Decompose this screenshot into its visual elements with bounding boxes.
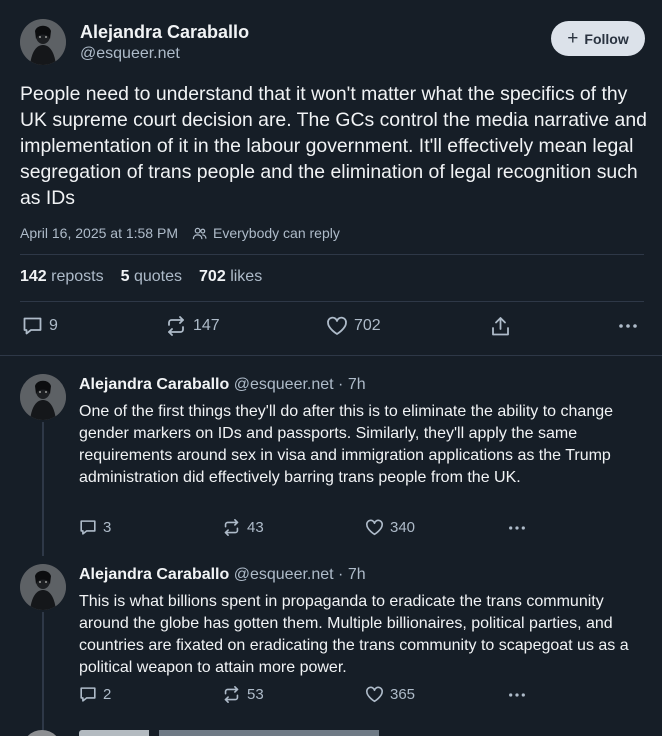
repost-arrows-icon <box>224 686 239 703</box>
ellipsis-icon <box>619 324 637 328</box>
repost-arrows-icon <box>224 519 239 536</box>
reply-avatar[interactable] <box>20 374 66 420</box>
author-handle[interactable]: @esqueer.net <box>80 45 180 63</box>
next-reply-partial[interactable] <box>0 724 662 736</box>
reply-count: 2 <box>103 686 112 703</box>
more-options-button[interactable] <box>508 519 526 537</box>
post-timestamp[interactable]: April 16, 2025 at 1:58 PM <box>20 225 178 241</box>
like-button[interactable]: 702 <box>326 316 381 336</box>
speech-bubble-icon <box>80 687 96 702</box>
more-options-button[interactable] <box>618 316 638 336</box>
repost-button[interactable]: 53 <box>222 686 264 703</box>
like-count: 340 <box>390 519 416 536</box>
reply-handle-time[interactable]: @esqueer.net · 7h <box>234 566 366 583</box>
quotes-stat[interactable]: 5 quotes <box>121 268 182 286</box>
thread-line <box>42 612 44 734</box>
reply-button[interactable]: 2 <box>79 686 111 703</box>
main-post: Alejandra Caraballo @esqueer.net + Follo… <box>0 0 662 356</box>
reply-text: One of the first things they'll do after… <box>79 403 614 486</box>
repost-count: 53 <box>247 686 264 703</box>
reply-header: Alejandra Caraballo @esqueer.net · 7h <box>79 566 366 584</box>
repost-button[interactable]: 43 <box>222 519 264 536</box>
thread-line <box>42 422 44 556</box>
people-icon <box>192 227 207 239</box>
plus-icon: + <box>567 28 579 49</box>
repost-arrows-icon <box>168 316 184 336</box>
share-upload-icon <box>492 317 509 336</box>
reply-header: Alejandra Caraballo @esqueer.net · 7h <box>79 376 366 394</box>
reply-setting[interactable]: Everybody can reply <box>213 225 340 241</box>
reply-handle-time[interactable]: @esqueer.net · 7h <box>234 376 366 393</box>
reposts-stat[interactable]: 142 reposts <box>20 268 104 286</box>
speech-bubble-icon <box>23 317 42 335</box>
heart-icon <box>327 316 347 335</box>
like-button[interactable]: 365 <box>365 686 415 703</box>
ellipsis-icon <box>509 526 525 530</box>
likes-stat[interactable]: 702 likes <box>199 268 262 286</box>
reply-avatar[interactable] <box>22 730 62 736</box>
reply-count: 9 <box>49 317 58 334</box>
divider <box>20 254 644 255</box>
speech-bubble-icon <box>80 520 96 535</box>
reply-button[interactable]: 3 <box>79 519 111 536</box>
heart-icon <box>366 519 383 536</box>
repost-button[interactable]: 147 <box>165 316 220 336</box>
reply-avatar[interactable] <box>20 564 66 610</box>
more-options-button[interactable] <box>508 686 526 704</box>
post-text: People need to understand that it won't … <box>20 83 647 209</box>
repost-count: 43 <box>247 519 264 536</box>
author-name[interactable]: Alejandra Caraballo <box>80 22 249 43</box>
share-button[interactable] <box>490 316 511 337</box>
follow-label: Follow <box>584 30 629 47</box>
divider <box>20 301 644 302</box>
reply-author-name[interactable]: Alejandra Caraballo <box>79 566 229 583</box>
author-avatar[interactable] <box>20 19 66 65</box>
reply-text: This is what billions spent in propagand… <box>79 593 629 676</box>
reply-author-name[interactable]: Alejandra Caraballo <box>79 376 229 393</box>
like-count: 365 <box>390 686 416 703</box>
like-count: 702 <box>354 317 381 334</box>
follow-button[interactable]: + Follow <box>551 21 645 56</box>
post-meta: April 16, 2025 at 1:58 PM Everybody can … <box>20 225 340 241</box>
ellipsis-icon <box>509 693 525 697</box>
reply-count: 3 <box>103 519 112 536</box>
like-button[interactable]: 340 <box>365 519 415 536</box>
post-stats: 142 reposts 5 quotes 702 likes <box>20 268 262 286</box>
reply-header-cutoff <box>79 730 419 736</box>
repost-count: 147 <box>193 317 220 334</box>
reply-button[interactable]: 9 <box>22 316 58 336</box>
heart-icon <box>366 686 383 703</box>
